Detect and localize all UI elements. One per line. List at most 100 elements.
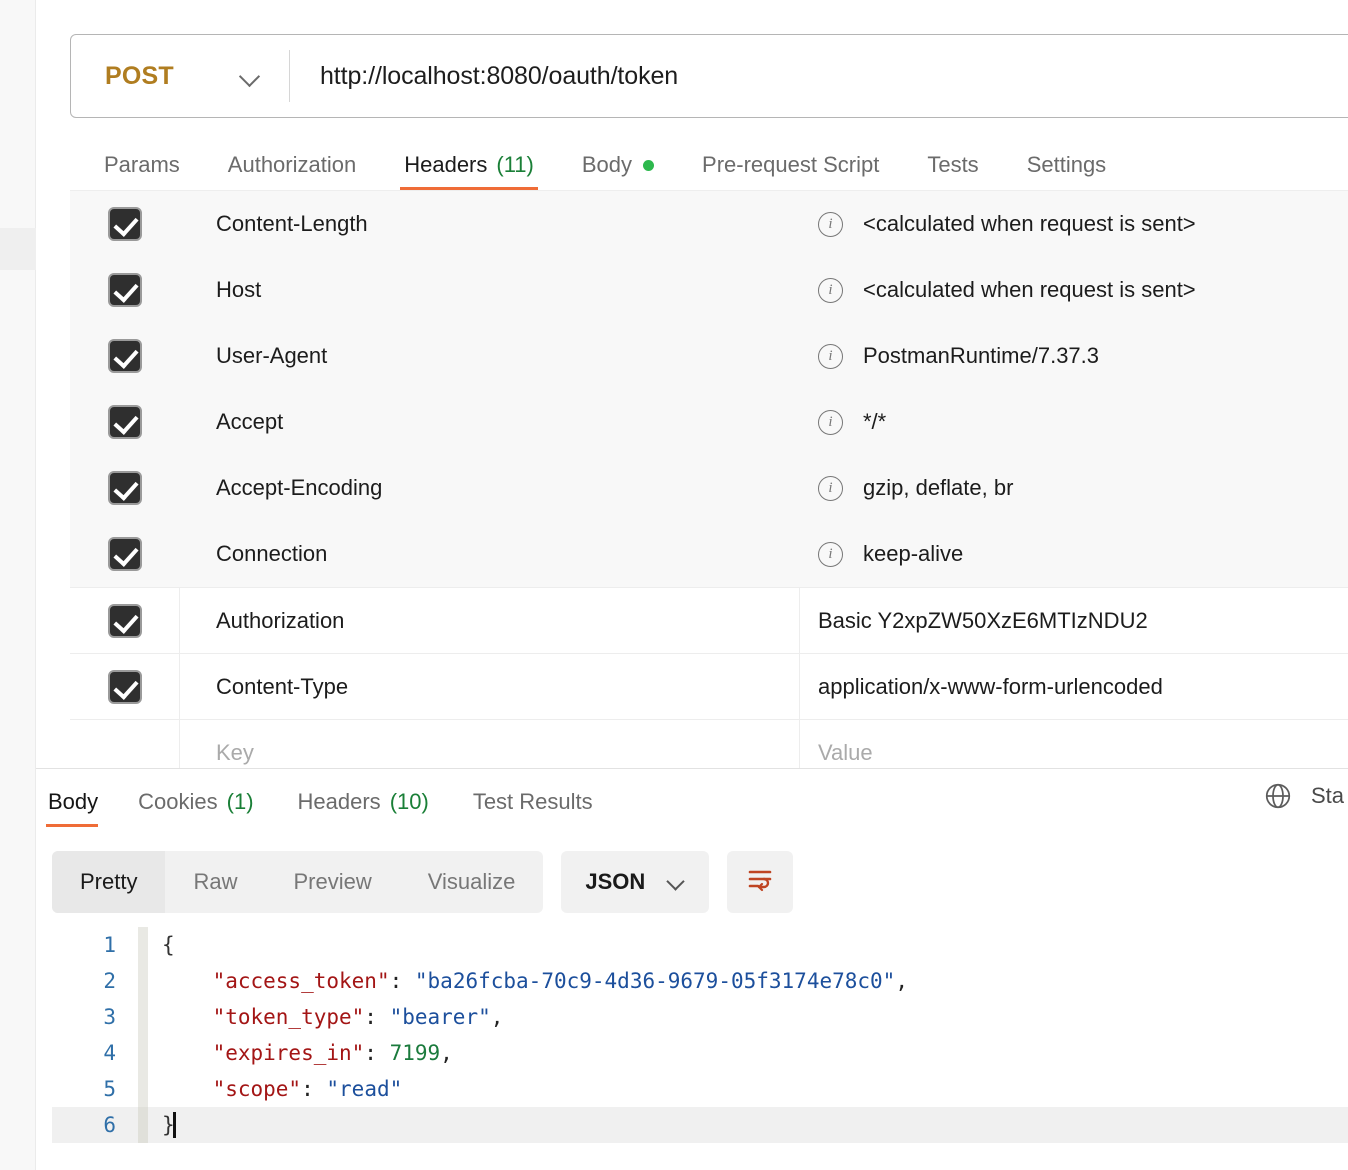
response-body-code[interactable]: 1{2 "access_token": "ba26fcba-70c9-4d36-… bbox=[52, 927, 1348, 1170]
header-row[interactable]: Accept-Encoding i gzip, deflate, br bbox=[70, 455, 1348, 521]
header-enabled-checkbox[interactable] bbox=[70, 521, 180, 587]
http-method-selector[interactable]: POST bbox=[71, 35, 289, 117]
view-mode-raw[interactable]: Raw bbox=[165, 851, 265, 913]
chevron-down-icon[interactable] bbox=[239, 65, 261, 87]
tab-label: Authorization bbox=[227, 152, 357, 177]
code-text: "expires_in": 7199, bbox=[148, 1041, 453, 1065]
tab-count-badge: (10) bbox=[389, 789, 429, 814]
header-row[interactable]: Host i <calculated when request is sent> bbox=[70, 257, 1348, 323]
view-mode-visualize[interactable]: Visualize bbox=[400, 851, 544, 913]
header-key-cell[interactable]: Content-Type bbox=[180, 654, 800, 719]
header-enabled-checkbox[interactable] bbox=[70, 389, 180, 455]
json-colon: : bbox=[389, 969, 415, 993]
header-value-text: */* bbox=[863, 409, 887, 434]
code-text: "token_type": "bearer", bbox=[148, 1005, 504, 1029]
checkmark-icon bbox=[107, 603, 142, 638]
fold-gutter bbox=[138, 927, 148, 963]
header-value-cell[interactable]: i */* bbox=[800, 389, 1348, 455]
response-format-select[interactable]: JSON bbox=[561, 851, 710, 913]
checkmark-icon bbox=[108, 339, 142, 373]
json-colon: : bbox=[364, 1041, 390, 1065]
fold-gutter bbox=[138, 999, 148, 1035]
header-value-text: application/x-www-form-urlencoded bbox=[818, 673, 1163, 699]
info-icon[interactable]: i bbox=[818, 409, 843, 435]
url-input[interactable]: http://localhost:8080/oauth/token bbox=[290, 35, 1348, 117]
info-icon[interactable]: i bbox=[818, 541, 843, 567]
checkmark-icon bbox=[108, 207, 142, 241]
info-icon[interactable]: i bbox=[818, 343, 843, 369]
header-enabled-checkbox[interactable] bbox=[70, 257, 180, 323]
info-icon[interactable]: i bbox=[818, 277, 843, 303]
code-line[interactable]: 3 "token_type": "bearer", bbox=[52, 999, 1348, 1035]
header-enabled-checkbox[interactable] bbox=[70, 455, 180, 521]
header-value-cell[interactable]: Basic Y2xpZW50XzE6MTIzNDU2 bbox=[800, 588, 1348, 653]
line-number: 2 bbox=[103, 969, 116, 993]
code-line[interactable]: 2 "access_token": "ba26fcba-70c9-4d36-96… bbox=[52, 963, 1348, 999]
header-row[interactable]: Accept i */* bbox=[70, 389, 1348, 455]
response-tab-cookies[interactable]: Cookies (1) bbox=[116, 777, 275, 827]
header-key-cell[interactable]: User-Agent bbox=[180, 323, 800, 389]
line-number: 3 bbox=[103, 1005, 116, 1029]
header-value-cell[interactable]: i gzip, deflate, br bbox=[800, 455, 1348, 521]
response-pane: Body Cookies (1) Headers (10) Test Results St… bbox=[36, 768, 1348, 1170]
header-enabled-checkbox[interactable] bbox=[70, 588, 180, 653]
code-line[interactable]: 5 "scope": "read" bbox=[52, 1071, 1348, 1107]
response-status-area: Sta bbox=[1263, 781, 1348, 811]
code-line[interactable]: 6} bbox=[52, 1107, 1348, 1143]
header-row[interactable]: Connection i keep-alive bbox=[70, 521, 1348, 587]
header-value-text: Basic Y2xpZW50XzE6MTIzNDU2 bbox=[818, 607, 1148, 633]
tab-label: Test Results bbox=[472, 789, 593, 814]
request-tab-params[interactable]: Params bbox=[70, 140, 204, 190]
header-row[interactable]: Content-Type application/x-www-form-urlen… bbox=[70, 653, 1348, 719]
request-tab-pre-request-script[interactable]: Pre-request Script bbox=[678, 140, 903, 190]
header-value-cell[interactable]: application/x-www-form-urlencoded bbox=[800, 654, 1348, 719]
header-value-cell[interactable]: i <calculated when request is sent> bbox=[800, 191, 1348, 257]
json-colon: : bbox=[301, 1077, 327, 1101]
info-icon[interactable]: i bbox=[818, 475, 843, 501]
wrap-text-button[interactable] bbox=[727, 851, 794, 913]
sidebar-strip[interactable] bbox=[0, 0, 36, 1170]
header-row[interactable]: Content-Length i <calculated when request … bbox=[70, 191, 1348, 257]
code-text: "access_token": "ba26fcba-70c9-4d36-9679… bbox=[148, 969, 908, 993]
view-mode-pretty[interactable]: Pretty bbox=[52, 851, 166, 913]
tab-label: Params bbox=[104, 152, 180, 177]
response-tab-test-results[interactable]: Test Results bbox=[451, 777, 615, 827]
request-pane: POST http://localhost:8080/oauth/token P… bbox=[36, 0, 1348, 785]
request-tab-tests[interactable]: Tests bbox=[903, 140, 1002, 190]
header-row[interactable]: User-Agent i PostmanRuntime/7.37.3 bbox=[70, 323, 1348, 389]
request-tab-body[interactable]: Body bbox=[558, 140, 678, 190]
new-header-value-placeholder: Value bbox=[818, 739, 873, 765]
header-enabled-checkbox[interactable] bbox=[70, 654, 180, 719]
json-comma: , bbox=[895, 969, 908, 993]
json-brace: { bbox=[162, 933, 175, 957]
header-enabled-checkbox[interactable] bbox=[70, 191, 180, 257]
info-icon[interactable]: i bbox=[818, 211, 843, 237]
sidebar-active-item[interactable] bbox=[0, 228, 36, 270]
header-value-cell[interactable]: i <calculated when request is sent> bbox=[800, 257, 1348, 323]
json-value: "read" bbox=[326, 1077, 403, 1101]
code-line[interactable]: 4 "expires_in": 7199, bbox=[52, 1035, 1348, 1071]
request-tab-headers[interactable]: Headers (11) bbox=[380, 140, 558, 190]
header-value-cell[interactable]: i keep-alive bbox=[800, 521, 1348, 587]
header-key-cell[interactable]: Connection bbox=[180, 521, 800, 587]
response-tab-body[interactable]: Body bbox=[36, 777, 116, 827]
view-mode-preview[interactable]: Preview bbox=[265, 851, 399, 913]
request-tab-settings[interactable]: Settings bbox=[1003, 140, 1131, 190]
header-enabled-checkbox[interactable] bbox=[70, 323, 180, 389]
json-value: "bearer" bbox=[389, 1005, 491, 1029]
header-value-text: PostmanRuntime/7.37.3 bbox=[863, 343, 1100, 368]
header-value-cell[interactable]: i PostmanRuntime/7.37.3 bbox=[800, 323, 1348, 389]
header-key-cell[interactable]: Host bbox=[180, 257, 800, 323]
chevron-down-icon[interactable] bbox=[667, 873, 685, 891]
header-key-cell[interactable]: Authorization bbox=[180, 588, 800, 653]
line-number: 6 bbox=[103, 1113, 116, 1137]
response-tab-headers[interactable]: Headers (10) bbox=[276, 777, 451, 827]
line-number: 4 bbox=[103, 1041, 116, 1065]
header-key-cell[interactable]: Accept bbox=[180, 389, 800, 455]
code-line[interactable]: 1{ bbox=[52, 927, 1348, 963]
header-key-cell[interactable]: Content-Length bbox=[180, 191, 800, 257]
header-key-cell[interactable]: Accept-Encoding bbox=[180, 455, 800, 521]
header-row[interactable]: Authorization Basic Y2xpZW50XzE6MTIzNDU2 bbox=[70, 587, 1348, 653]
globe-icon[interactable] bbox=[1263, 781, 1293, 811]
request-tab-authorization[interactable]: Authorization bbox=[204, 140, 380, 190]
